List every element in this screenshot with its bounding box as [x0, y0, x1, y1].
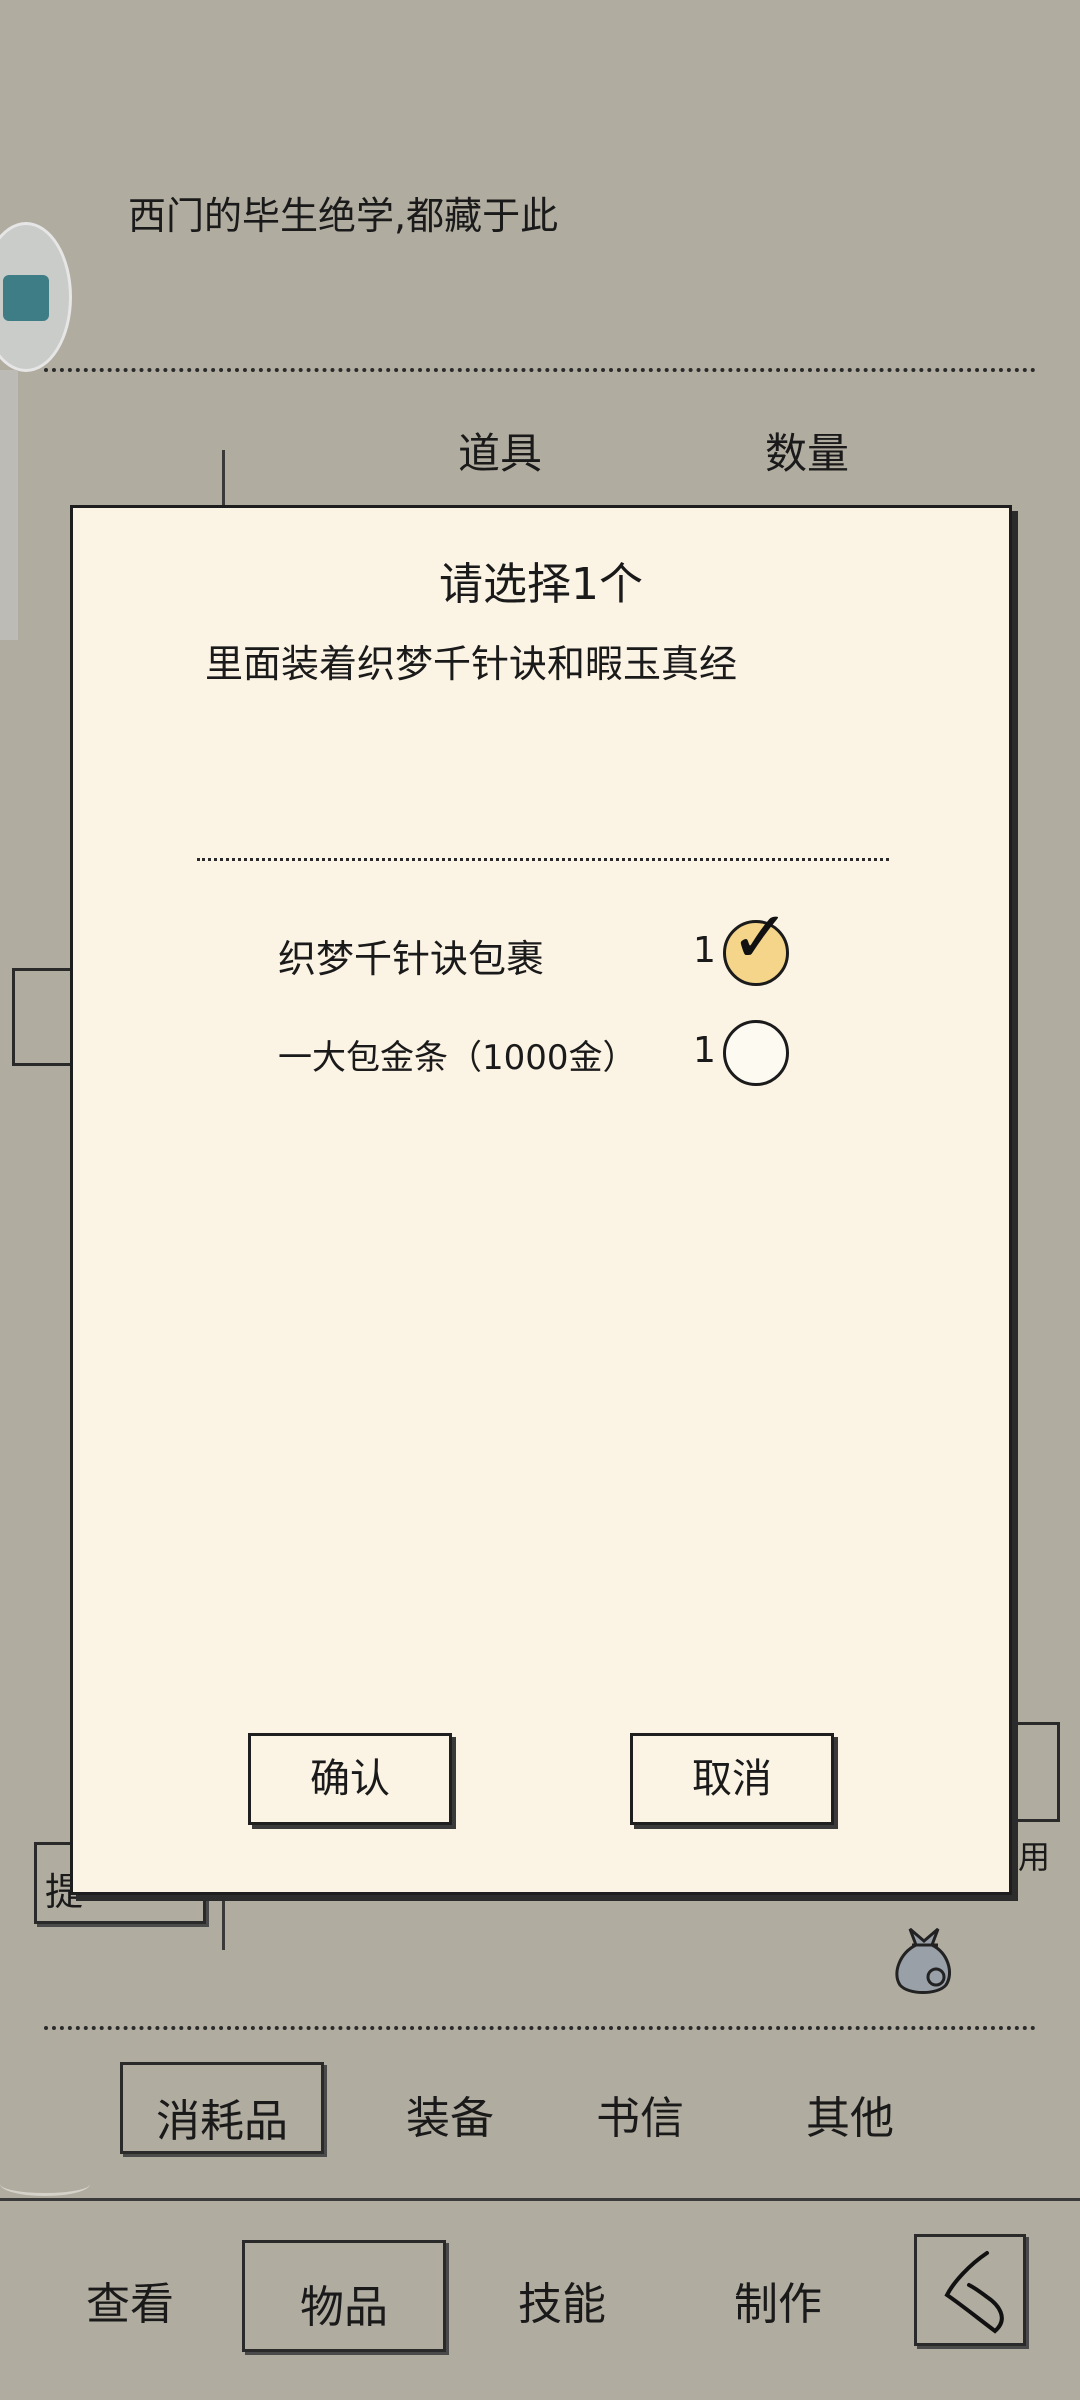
dialog-divider [197, 858, 889, 861]
header-description: 西门的毕生绝学,都藏于此 [128, 194, 559, 238]
background-right-button-label: 用 [1018, 1838, 1051, 1876]
option-count: 1 [693, 1030, 716, 1071]
column-header-item: 道具 [458, 429, 543, 478]
money-bag-icon[interactable] [888, 1915, 960, 1995]
right-frame [1012, 1722, 1060, 1822]
nav-view[interactable]: 查看 [50, 2268, 210, 2332]
option-radio[interactable] [723, 1020, 789, 1086]
nav-skills[interactable]: 技能 [482, 2268, 642, 2332]
tab-letters[interactable]: 书信 [550, 2082, 730, 2146]
dialog-description: 里面装着织梦千针诀和暇玉真经 [205, 642, 738, 686]
bottom-nav-divider [0, 2198, 1080, 2201]
tab-equipment[interactable]: 装备 [360, 2082, 540, 2146]
option-radio-selected[interactable]: ✓ [723, 901, 790, 986]
confirm-button[interactable]: 确认 [248, 1733, 452, 1825]
decor-swirl [0, 2172, 90, 2196]
nav-items[interactable]: 物品 [242, 2240, 446, 2352]
app-badge-icon [3, 275, 49, 321]
nav-craft[interactable]: 制作 [698, 2268, 858, 2332]
cancel-button[interactable]: 取消 [630, 1733, 834, 1825]
category-divider [44, 2026, 1036, 2030]
option-count: 1 [693, 930, 716, 971]
dialog-title: 请选择1个 [439, 559, 643, 610]
tab-others[interactable]: 其他 [760, 2082, 940, 2146]
nav-items-label: 物品 [300, 2282, 388, 2333]
tab-consumables-label: 消耗品 [156, 2096, 288, 2147]
select-dialog: 请选择1个 里面装着织梦千针诀和暇玉真经 织梦千针诀包裹 1 ✓ 一大包金条（1… [70, 505, 1012, 1895]
tab-consumables[interactable]: 消耗品 [120, 2062, 324, 2154]
option-label: 织梦千针诀包裹 [278, 937, 545, 981]
edge-scroll-strip [0, 370, 18, 640]
column-header-quantity: 数量 [765, 429, 850, 478]
option-label: 一大包金条（1000金） [278, 1038, 637, 1078]
header-divider [44, 368, 1036, 372]
floating-badge[interactable] [0, 222, 72, 372]
back-arrow-icon [929, 2243, 1013, 2343]
back-button[interactable] [914, 2234, 1026, 2346]
checkmark-icon: ✓ [730, 895, 791, 979]
